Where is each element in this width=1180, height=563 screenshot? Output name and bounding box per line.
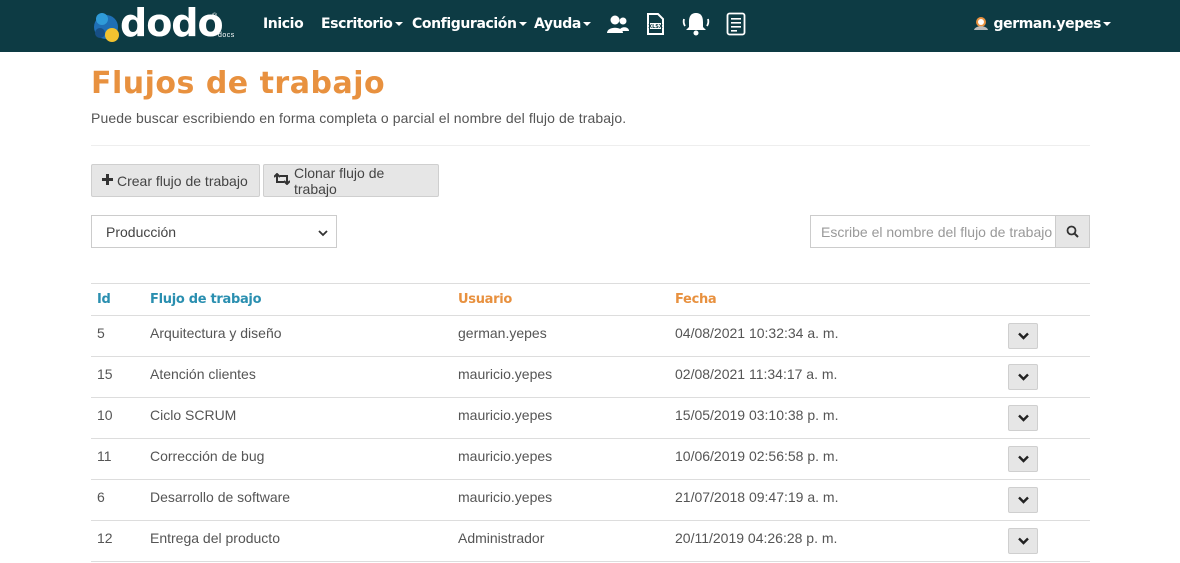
column-header-user[interactable]: Usuario: [458, 292, 512, 307]
cell-date: 20/11/2019 04:26:28 p. m.: [675, 530, 838, 546]
cell-date: 02/08/2021 11:34:17 a. m.: [675, 366, 838, 382]
bell-icon[interactable]: [682, 11, 710, 40]
retweet-icon: [273, 172, 291, 189]
chevron-down-icon: [1017, 455, 1029, 463]
plus-icon: [102, 172, 113, 189]
cell-date: 10/06/2019 02:56:58 p. m.: [675, 448, 839, 464]
divider: [91, 145, 1090, 146]
table-row: 10 Ciclo SCRUM mauricio.yepes 15/05/2019…: [91, 398, 1090, 439]
caret-down-icon: [518, 22, 527, 26]
logo-registered: ®: [212, 13, 218, 20]
svg-text:XLSX: XLSX: [648, 24, 663, 30]
create-workflow-button[interactable]: Crear flujo de trabajo: [91, 164, 260, 197]
cell-date: 21/07/2018 09:47:19 a. m.: [675, 489, 839, 505]
user-avatar-icon: [974, 17, 988, 30]
cell-id: 15: [97, 366, 113, 382]
user-menu[interactable]: german.yepes: [973, 16, 1111, 32]
document-list-icon[interactable]: [726, 12, 746, 39]
cell-id: 12: [97, 530, 113, 546]
environment-select-value: Producción: [106, 223, 177, 240]
nav-configuracion-label: Configuración: [412, 16, 517, 32]
caret-down-icon: [1102, 22, 1111, 26]
dodo-docs-logo[interactable]: dodo ® docs: [92, 1, 242, 45]
clone-workflow-label: Clonar flujo de trabajo: [294, 164, 385, 197]
search-placeholder: Escribe el nombre del flujo de trabajo: [821, 223, 1053, 240]
cell-flow: Ciclo SCRUM: [150, 407, 237, 423]
cell-id: 10: [97, 407, 113, 423]
nav-ayuda[interactable]: Ayuda: [534, 16, 591, 32]
cell-id: 5: [97, 325, 105, 341]
cell-date: 15/05/2019 03:10:38 p. m.: [675, 407, 839, 423]
cell-user: mauricio.yepes: [458, 366, 553, 382]
table-row: 12 Entrega del producto Administrador 20…: [91, 521, 1090, 562]
cell-flow: Corrección de bug: [150, 448, 265, 464]
nav-inicio[interactable]: Inicio: [263, 16, 304, 32]
cell-user: mauricio.yepes: [458, 489, 553, 505]
caret-down-icon: [394, 22, 403, 26]
table-row: 15 Atención clientes mauricio.yepes 02/0…: [91, 357, 1090, 398]
cell-user: Administrador: [458, 530, 545, 546]
xlsx-file-icon[interactable]: XLSX: [646, 13, 664, 38]
nav-escritorio-label: Escritorio: [321, 16, 393, 32]
row-actions-button[interactable]: [1008, 364, 1038, 390]
search-input[interactable]: Escribe el nombre del flujo de trabajo: [810, 215, 1056, 248]
column-header-date[interactable]: Fecha: [675, 292, 717, 307]
search-icon: [1066, 225, 1079, 238]
cell-id: 6: [97, 489, 105, 505]
cell-id: 11: [97, 448, 112, 464]
table-row: 5 Arquitectura y diseño german.yepes 04/…: [91, 316, 1090, 357]
row-actions-button[interactable]: [1008, 487, 1038, 513]
page-subtitle: Puede buscar escribiendo en forma comple…: [91, 110, 627, 126]
nav-configuracion[interactable]: Configuración: [412, 16, 527, 32]
table-top-border: [91, 283, 1090, 284]
cell-user: mauricio.yepes: [458, 448, 553, 464]
logo-sub: docs: [218, 32, 235, 39]
row-actions-button[interactable]: [1008, 405, 1038, 431]
chevron-down-icon: [1017, 332, 1029, 340]
cell-flow: Atención clientes: [150, 366, 256, 382]
page-title: Flujos de trabajo: [91, 66, 386, 101]
cell-flow: Arquitectura y diseño: [150, 325, 282, 341]
row-actions-button[interactable]: [1008, 323, 1038, 349]
row-actions-button[interactable]: [1008, 446, 1038, 472]
chevron-down-icon: [1017, 537, 1029, 545]
nav-inicio-label: Inicio: [263, 16, 304, 32]
cell-flow: Desarrollo de software: [150, 489, 291, 505]
create-workflow-label: Crear flujo de trabajo: [117, 172, 248, 189]
column-header-id[interactable]: Id: [97, 292, 111, 307]
table-row: 11 Corrección de bug mauricio.yepes 10/0…: [91, 439, 1090, 480]
cell-user: mauricio.yepes: [458, 407, 553, 423]
clone-workflow-button[interactable]: Clonar flujo de trabajo: [263, 164, 439, 197]
logo-text: dodo: [120, 1, 224, 45]
caret-down-icon: [582, 22, 591, 26]
users-icon[interactable]: [607, 14, 629, 37]
search-button[interactable]: [1055, 215, 1090, 248]
nav-ayuda-label: Ayuda: [534, 16, 581, 32]
nav-escritorio[interactable]: Escritorio: [321, 16, 403, 32]
chevron-down-icon: [1017, 414, 1029, 422]
chevron-down-icon: [1017, 496, 1029, 504]
top-navbar: dodo ® docs Inicio Escritorio Configurac…: [0, 0, 1180, 52]
user-name: german.yepes: [993, 16, 1101, 32]
cell-flow: Entrega del producto: [150, 530, 280, 546]
cell-date: 04/08/2021 10:32:34 a. m.: [675, 325, 839, 341]
row-actions-button[interactable]: [1008, 528, 1038, 554]
column-header-flow[interactable]: Flujo de trabajo: [150, 292, 262, 307]
chevron-down-icon: [1017, 373, 1029, 381]
table-row: 6 Desarrollo de software mauricio.yepes …: [91, 480, 1090, 521]
cell-user: german.yepes: [458, 325, 547, 341]
chevron-down-icon: [318, 225, 328, 241]
environment-select[interactable]: Producción: [91, 215, 337, 248]
